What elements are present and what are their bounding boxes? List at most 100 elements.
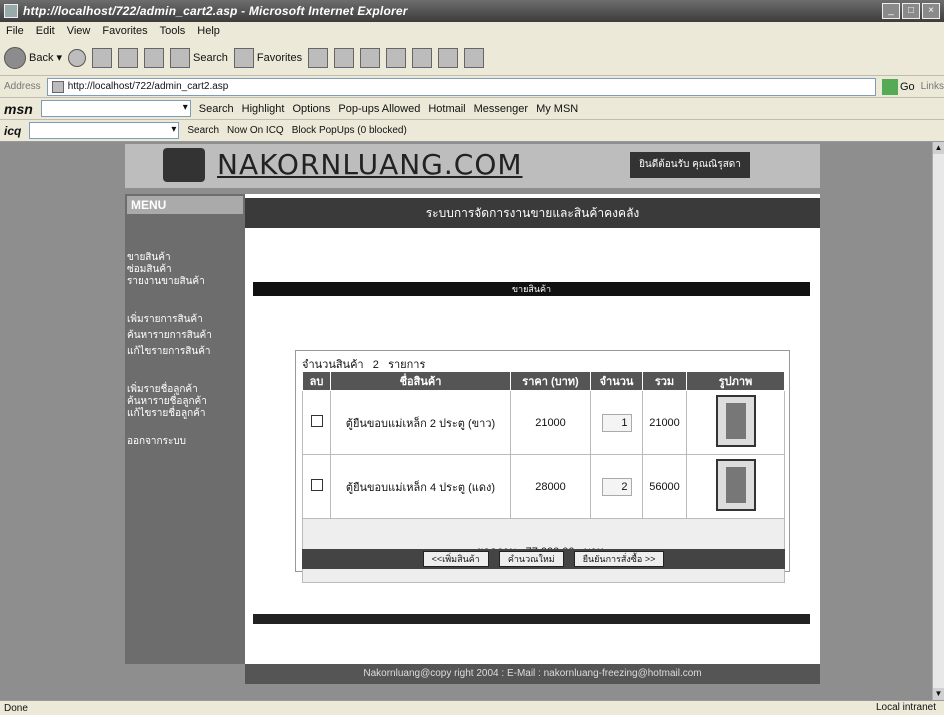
menu-item-add-product[interactable]: เพิ่มรายการสินค้า <box>127 312 203 327</box>
search-button[interactable]: Search <box>170 47 228 68</box>
discuss-button[interactable] <box>412 47 433 68</box>
title-bar: http://localhost/722/admin_cart2.asp - M… <box>0 0 944 22</box>
section-title: ขายสินค้า <box>253 282 810 296</box>
search-label: Search <box>193 51 228 64</box>
count-value: 2 <box>372 359 379 371</box>
msn-highlight-button[interactable]: Highlight <box>242 103 285 115</box>
col-delete: ลบ <box>302 371 331 391</box>
msn-options-button[interactable]: Options <box>292 103 330 115</box>
menu-item-search-product[interactable]: ค้นหารายการสินค้า <box>127 328 212 343</box>
menu-tools[interactable]: Tools <box>160 25 186 37</box>
confirm-order-button[interactable]: ยืนยันการสั่งซื้อ >> <box>573 551 665 567</box>
add-more-button[interactable]: <<เพิ่มสินค้า <box>422 551 489 567</box>
menu-file[interactable]: File <box>6 25 24 37</box>
window-title: http://localhost/722/admin_cart2.asp - M… <box>23 4 408 18</box>
icq-toolbar: icq Search Now On ICQ Block PopUps (0 bl… <box>0 120 944 142</box>
icq-block-popups-button[interactable]: Block PopUps (0 blocked) <box>292 125 407 136</box>
product-image <box>715 459 756 511</box>
table-row: ตู้ยืนขอบแม่เหล็ก 2 ประตู (ขาว) 21000 1 … <box>302 390 785 455</box>
ie-icon <box>4 4 18 18</box>
mail-button[interactable] <box>334 47 355 68</box>
msn-toolbar: msn Search Highlight Options Pop-ups All… <box>0 98 944 120</box>
menu-favorites[interactable]: Favorites <box>102 25 147 37</box>
address-url: http://localhost/722/admin_cart2.asp <box>67 80 229 92</box>
print-button[interactable] <box>360 47 381 68</box>
product-price: 21000 <box>510 390 591 455</box>
page-icon <box>51 80 64 93</box>
col-image: รูปภาพ <box>686 371 785 391</box>
quantity-input[interactable]: 2 <box>601 477 632 496</box>
table-row: ตู้ยืนขอบแม่เหล็ก 4 ประตู (แดง) 28000 2 … <box>302 454 785 519</box>
links-label[interactable]: Links <box>921 81 944 92</box>
cart-panel: จำนวนสินค้า 2 รายการ ลบ ชื่อสินค้า ราคา … <box>295 350 790 583</box>
cart-actions: <<เพิ่มสินค้า คำนวณใหม่ ยืนยันการสั่งซื้… <box>302 549 785 569</box>
messenger-button[interactable] <box>438 47 459 68</box>
quantity-input[interactable]: 1 <box>601 413 632 432</box>
menu-item-edit-customer[interactable]: แก้ไขรายชื่อลูกค้า <box>127 406 206 421</box>
refresh-button[interactable] <box>118 47 138 68</box>
stop-button[interactable] <box>92 47 112 68</box>
logo-emblem-icon <box>163 148 205 182</box>
address-bar: Address http://localhost/722/admin_cart2… <box>0 76 944 98</box>
delete-checkbox[interactable] <box>310 415 323 427</box>
welcome-message: ยินดีต้อนรับ คุณณิรุสดา <box>630 152 750 178</box>
menu-edit[interactable]: Edit <box>36 25 55 37</box>
back-label: Back <box>29 51 54 64</box>
menu-title: MENU <box>127 196 243 214</box>
vertical-scrollbar[interactable]: ▲ ▼ <box>932 142 944 700</box>
history-button[interactable] <box>308 47 329 68</box>
msn-search-button[interactable]: Search <box>199 103 234 115</box>
site-footer: Nakornluang@copy right 2004 : E-Mail : n… <box>245 664 820 684</box>
icq-search-input[interactable] <box>29 122 180 139</box>
favorites-button[interactable]: Favorites <box>233 47 303 68</box>
product-name: ตู้ยืนขอบแม่เหล็ก 2 ประตู (ขาว) <box>330 390 511 455</box>
product-price: 28000 <box>510 454 591 519</box>
system-title: ระบบการจัดการงานขายและสินค้าคงคลัง <box>245 198 820 228</box>
delete-checkbox[interactable] <box>310 479 323 491</box>
forward-button[interactable] <box>68 48 86 67</box>
home-button[interactable] <box>144 47 164 68</box>
recalculate-button[interactable]: คำนวณใหม่ <box>498 551 564 567</box>
menu-bar: File Edit View Favorites Tools Help <box>0 22 944 40</box>
menu-help[interactable]: Help <box>197 25 220 37</box>
research-button[interactable] <box>464 47 485 68</box>
edit-button[interactable] <box>386 47 407 68</box>
back-button[interactable]: Back ▾ <box>4 46 62 69</box>
icq-now-button[interactable]: Now On ICQ <box>227 125 284 136</box>
menu-view[interactable]: View <box>67 25 91 37</box>
icq-logo[interactable]: icq <box>4 124 21 138</box>
count-unit: รายการ <box>388 359 426 371</box>
address-input[interactable]: http://localhost/722/admin_cart2.asp <box>46 77 876 96</box>
menu-item-logout[interactable]: ออกจากระบบ <box>127 434 186 449</box>
site-container: NAKORNLUANG.COM ยินดีต้อนรับ คุณณิรุสดา … <box>125 142 820 700</box>
search-icon <box>170 47 190 68</box>
site-header: NAKORNLUANG.COM ยินดีต้อนรับ คุณณิรุสดา <box>125 144 820 188</box>
address-label: Address <box>4 81 41 92</box>
scroll-up-icon[interactable]: ▲ <box>933 142 944 154</box>
product-total: 21000 <box>642 390 687 455</box>
bottom-divider <box>253 614 810 624</box>
col-price: ราคา (บาท) <box>510 371 591 391</box>
go-button[interactable]: Go <box>881 78 915 95</box>
msn-logo[interactable]: msn <box>4 101 33 117</box>
menu-item-edit-product[interactable]: แก้ไขรายการสินค้า <box>127 344 211 359</box>
status-bar: Done Local intranet <box>0 700 944 715</box>
close-button[interactable]: × <box>922 3 940 19</box>
msn-messenger-button[interactable]: Messenger <box>474 103 528 115</box>
menu-item-sales-report[interactable]: รายงานขายสินค้า <box>127 274 205 289</box>
msn-search-input[interactable] <box>40 100 191 117</box>
icq-search-button[interactable]: Search <box>187 125 219 136</box>
maximize-button[interactable]: □ <box>902 3 920 19</box>
main-content: ระบบการจัดการงานขายและสินค้าคงคลัง ขายสิ… <box>245 194 820 664</box>
col-total: รวม <box>642 371 687 391</box>
msn-mymsn-button[interactable]: My MSN <box>536 103 578 115</box>
col-product-name: ชื่อสินค้า <box>330 371 511 391</box>
sidebar-menu: MENU ขายสินค้า ซ่อมสินค้า รายงานขายสินค้… <box>125 194 245 664</box>
page-viewport: NAKORNLUANG.COM ยินดีต้อนรับ คุณณิรุสดา … <box>0 142 932 700</box>
msn-hotmail-button[interactable]: Hotmail <box>428 103 465 115</box>
minimize-button[interactable]: _ <box>882 3 900 19</box>
favorites-label: Favorites <box>256 51 303 64</box>
msn-popups-button[interactable]: Pop-ups Allowed <box>338 103 420 115</box>
scroll-down-icon[interactable]: ▼ <box>933 688 944 700</box>
standard-toolbar: Back ▾ Search Favorites <box>0 40 944 76</box>
